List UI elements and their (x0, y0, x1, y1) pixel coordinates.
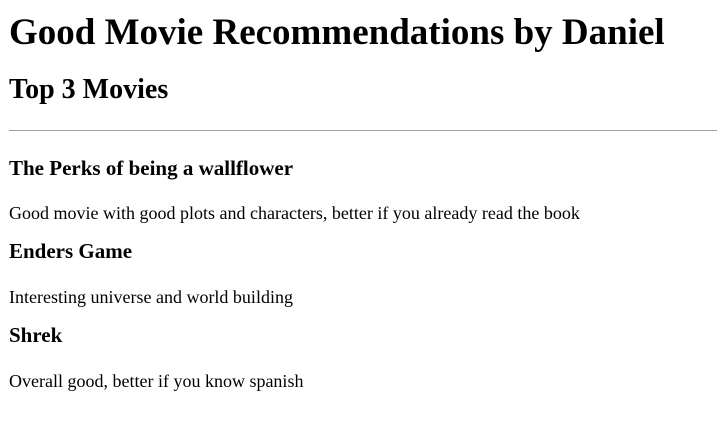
movie-description: Good movie with good plots and character… (9, 203, 580, 223)
movie-description: Overall good, better if you know spanish (9, 371, 304, 391)
page: Good Movie Recommendations by Daniel Top… (0, 0, 717, 438)
section-heading: Top 3 Movies (9, 74, 169, 105)
movie-description: Interesting universe and world building (9, 287, 293, 307)
movie-title: Enders Game (9, 239, 133, 263)
movie-title: Shrek (9, 323, 63, 347)
movie-entry: The Perks of being a wallflower Good mov… (9, 131, 717, 224)
movie-entry: Enders Game Interesting universe and wor… (9, 224, 717, 308)
movie-entry: Shrek Overall good, better if you know s… (9, 308, 717, 392)
page-title: Good Movie Recommendations by Daniel (9, 12, 665, 53)
movie-title: The Perks of being a wallflower (9, 156, 294, 180)
